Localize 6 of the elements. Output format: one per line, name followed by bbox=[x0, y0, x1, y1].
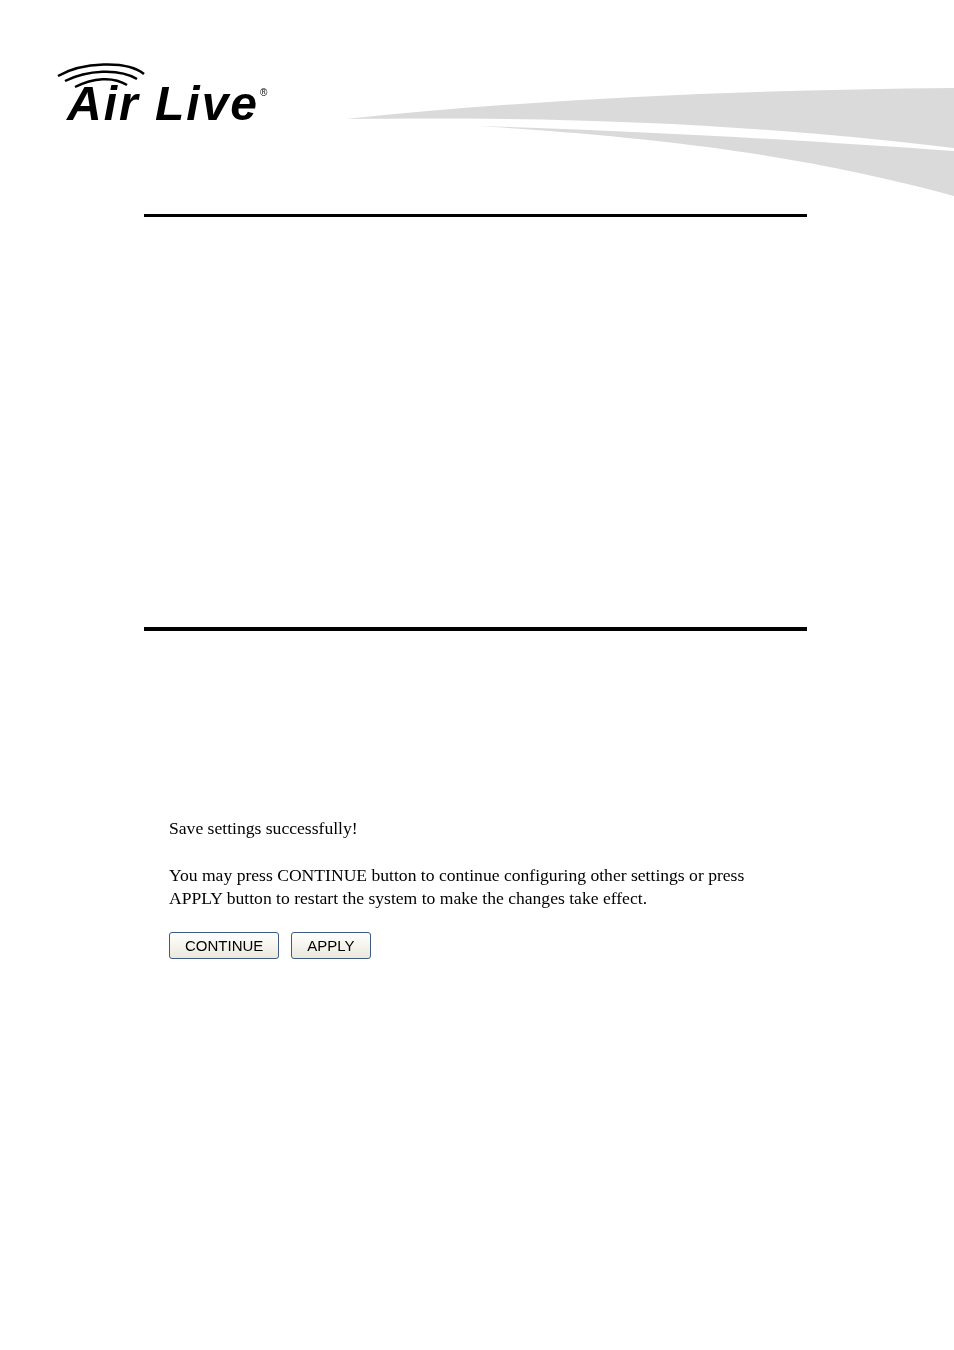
apply-button[interactable]: APPLY bbox=[291, 932, 371, 959]
instruction-text: You may press CONTINUE button to continue configuring other settings or press APPLY button to restart the system to make the changes take effect. bbox=[169, 864, 746, 910]
success-message: Save settings successfully! bbox=[169, 817, 358, 840]
continue-button[interactable]: CONTINUE bbox=[169, 932, 280, 959]
logo-text: Air Live bbox=[67, 82, 260, 126]
registered-mark: ® bbox=[260, 88, 268, 98]
